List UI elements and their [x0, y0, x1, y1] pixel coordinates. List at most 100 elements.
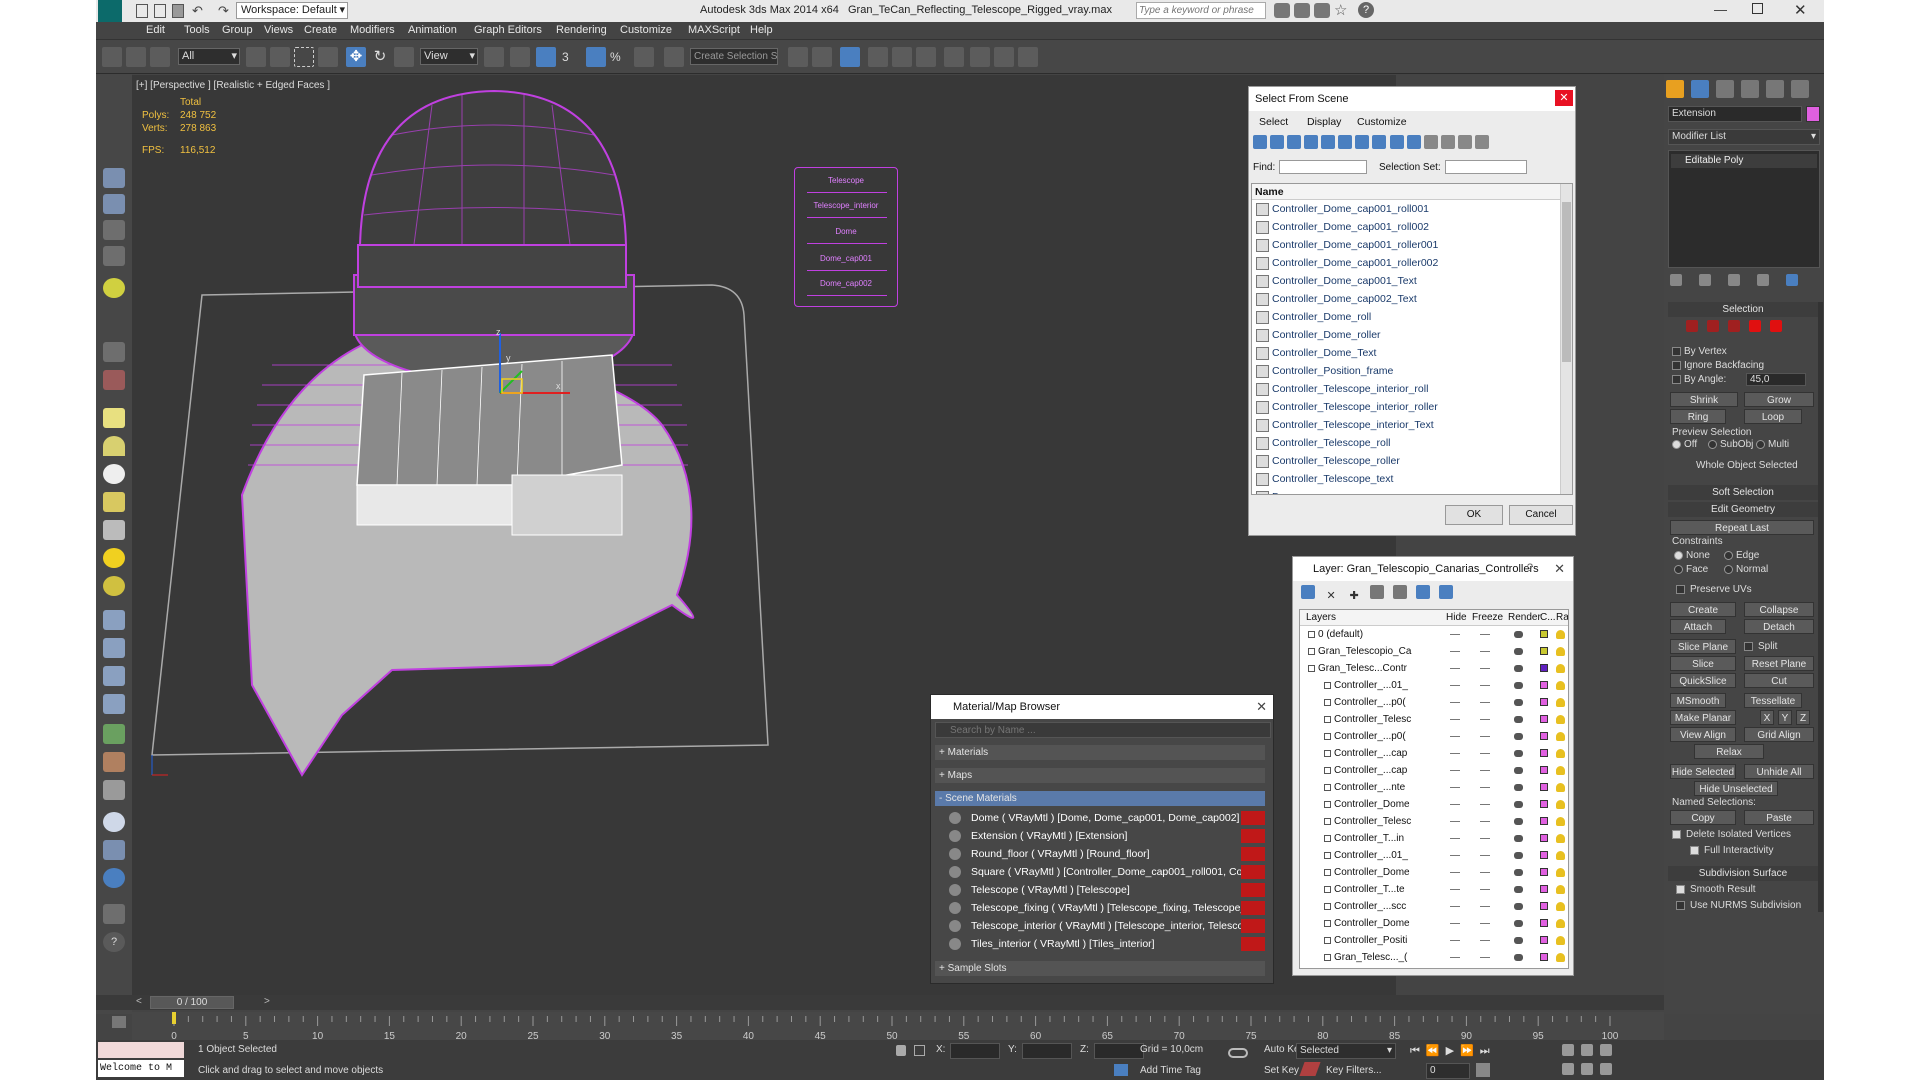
- pin-stack-icon[interactable]: [1670, 274, 1682, 286]
- create-tab-icon[interactable]: [1666, 80, 1684, 98]
- hide-toggle[interactable]: [1450, 889, 1460, 890]
- sfs-list-item[interactable]: Controller_Dome_roll: [1252, 308, 1572, 326]
- render-teapot-icon[interactable]: [1514, 818, 1523, 825]
- scene-material-item[interactable]: Dome ( VRayMtl ) [Dome, Dome_cap001, Dom…: [943, 809, 1265, 827]
- key-icon[interactable]: [1228, 1048, 1248, 1058]
- layer-color-swatch[interactable]: [1540, 681, 1548, 689]
- radiosity-icon[interactable]: [1556, 800, 1565, 809]
- layer-color-swatch[interactable]: [1540, 766, 1548, 774]
- edit-geometry-rollout-header[interactable]: Edit Geometry: [1668, 502, 1818, 517]
- render-icon[interactable]: [103, 194, 125, 214]
- save-file-icon[interactable]: [172, 4, 184, 18]
- sfs-list-item[interactable]: Dome: [1252, 488, 1572, 494]
- hide-toggle[interactable]: [1450, 668, 1460, 669]
- prev-frame-icon[interactable]: ⏪: [1426, 1045, 1446, 1057]
- quickslice-button[interactable]: QuickSlice: [1670, 673, 1736, 688]
- select-rotate-icon[interactable]: ↻: [370, 47, 390, 67]
- delete-isolated-checkbox[interactable]: [1672, 830, 1681, 839]
- sphere-light-icon[interactable]: [103, 464, 125, 484]
- layer-color-swatch[interactable]: [1540, 919, 1548, 927]
- proxy-icon[interactable]: [103, 780, 125, 800]
- freeze-toggle[interactable]: [1480, 821, 1490, 822]
- list-icon[interactable]: [103, 220, 125, 240]
- hide-toggle[interactable]: [1450, 702, 1460, 703]
- funnel-icon[interactable]: [1474, 135, 1489, 149]
- radiosity-icon[interactable]: [1556, 630, 1565, 639]
- remove-modifier-icon[interactable]: [1757, 274, 1770, 286]
- hide-toggle[interactable]: [1450, 821, 1460, 822]
- repeat-last-button[interactable]: Repeat Last: [1670, 520, 1814, 535]
- layer-row[interactable]: Controller_T...te: [1300, 881, 1568, 898]
- filter-lights-icon[interactable]: [1287, 135, 1302, 149]
- layer-color-swatch[interactable]: [1540, 715, 1548, 723]
- radiosity-icon[interactable]: [1556, 936, 1565, 945]
- controller-slider-2[interactable]: [807, 217, 887, 218]
- menu-views[interactable]: Views: [264, 24, 293, 36]
- ref-coord-dropdown[interactable]: View ▾: [420, 48, 478, 65]
- motion-tab-icon[interactable]: [1741, 80, 1760, 98]
- freeze-toggle[interactable]: [1480, 872, 1490, 873]
- soft-selection-rollout-header[interactable]: Soft Selection: [1668, 485, 1818, 500]
- sfs-menu-display[interactable]: Display: [1307, 116, 1341, 128]
- make-planar-button[interactable]: Make Planar: [1670, 710, 1736, 725]
- utilities-tab-icon[interactable]: [1791, 80, 1810, 98]
- close-icon[interactable]: ✕: [1256, 699, 1267, 715]
- plane-icon[interactable]: [103, 408, 125, 428]
- time-slider-prev-icon[interactable]: <: [136, 996, 142, 1007]
- next-frame-icon[interactable]: ⏩: [1460, 1045, 1480, 1057]
- layer-color-swatch[interactable]: [1540, 851, 1548, 859]
- radiosity-icon[interactable]: [1556, 664, 1565, 673]
- radiosity-icon[interactable]: [1556, 953, 1565, 962]
- menu-customize[interactable]: Customize: [620, 24, 672, 36]
- layer-row[interactable]: Controller_...cap: [1300, 762, 1568, 779]
- sfs-list-item[interactable]: Controller_Dome_cap001_Text: [1252, 272, 1572, 290]
- grow-button[interactable]: Grow: [1744, 392, 1814, 407]
- layer-row[interactable]: Gran_Telescopio_Ca: [1300, 643, 1568, 660]
- constraint-normal-radio[interactable]: [1724, 565, 1733, 574]
- section-scene-materials[interactable]: - Scene Materials: [935, 791, 1265, 806]
- scene-material-item[interactable]: Tiles_interior ( VRayMtl ) [Tiles_interi…: [943, 935, 1265, 953]
- angle-spinner[interactable]: 45,0: [1746, 373, 1806, 386]
- render-setup-icon[interactable]: [970, 47, 990, 67]
- filter-cameras-icon[interactable]: [1304, 135, 1319, 149]
- sfs-list-item[interactable]: Controller_Dome_cap001_roller002: [1252, 254, 1572, 272]
- planar-y-button[interactable]: Y: [1778, 710, 1792, 725]
- subdivision-surface-rollout-header[interactable]: Subdivision Surface: [1668, 866, 1818, 881]
- radiosity-icon[interactable]: [1556, 715, 1565, 724]
- selection-filter-dropdown[interactable]: All ▾: [178, 48, 240, 65]
- schematic-view-icon[interactable]: [916, 47, 936, 67]
- sfs-list-item[interactable]: Controller_Telescope_roller: [1252, 452, 1572, 470]
- zoom-icon[interactable]: [1562, 1044, 1574, 1056]
- freeze-toggle[interactable]: [1480, 940, 1490, 941]
- new-file-icon[interactable]: [136, 4, 148, 18]
- layer-color-swatch[interactable]: [1540, 936, 1548, 944]
- align-icon[interactable]: [812, 47, 832, 67]
- col-layers[interactable]: Layers: [1306, 610, 1336, 626]
- scene-material-item[interactable]: Telescope_interior ( VRayMtl ) [Telescop…: [943, 917, 1265, 935]
- layer-color-swatch[interactable]: [1540, 732, 1548, 740]
- hide-all-icon[interactable]: [1416, 585, 1431, 599]
- layer-manager-icon[interactable]: [840, 47, 860, 67]
- freeze-toggle[interactable]: [1480, 753, 1490, 754]
- section-maps[interactable]: + Maps: [935, 768, 1265, 783]
- render-teapot-icon[interactable]: [1514, 648, 1523, 655]
- binoculars-icon[interactable]: [1274, 3, 1290, 18]
- split-checkbox[interactable]: [1744, 642, 1753, 651]
- modify-tab-icon[interactable]: [1691, 80, 1710, 98]
- preview-off-radio[interactable]: [1672, 440, 1681, 449]
- sfs-list-item[interactable]: Controller_Position_frame: [1252, 362, 1572, 380]
- object-name-field[interactable]: Extension: [1668, 106, 1802, 122]
- freeze-toggle[interactable]: [1480, 770, 1490, 771]
- time-slider-next-icon[interactable]: >: [264, 996, 270, 1007]
- radiosity-icon[interactable]: [1556, 647, 1565, 656]
- col-color[interactable]: C...: [1540, 610, 1556, 626]
- set-key-icon[interactable]: [1299, 1062, 1321, 1076]
- render-teapot-icon[interactable]: [1514, 954, 1523, 961]
- render-teapot-icon[interactable]: [1514, 733, 1523, 740]
- zoom-extents-all-icon[interactable]: [1562, 1063, 1574, 1075]
- freeze-all-icon[interactable]: [1439, 585, 1454, 599]
- plant-icon[interactable]: [103, 724, 125, 744]
- time-slider-thumb[interactable]: 0 / 100: [150, 996, 234, 1009]
- layer-row[interactable]: Controller_...nte: [1300, 779, 1568, 796]
- percent-snap-icon[interactable]: %: [610, 47, 630, 67]
